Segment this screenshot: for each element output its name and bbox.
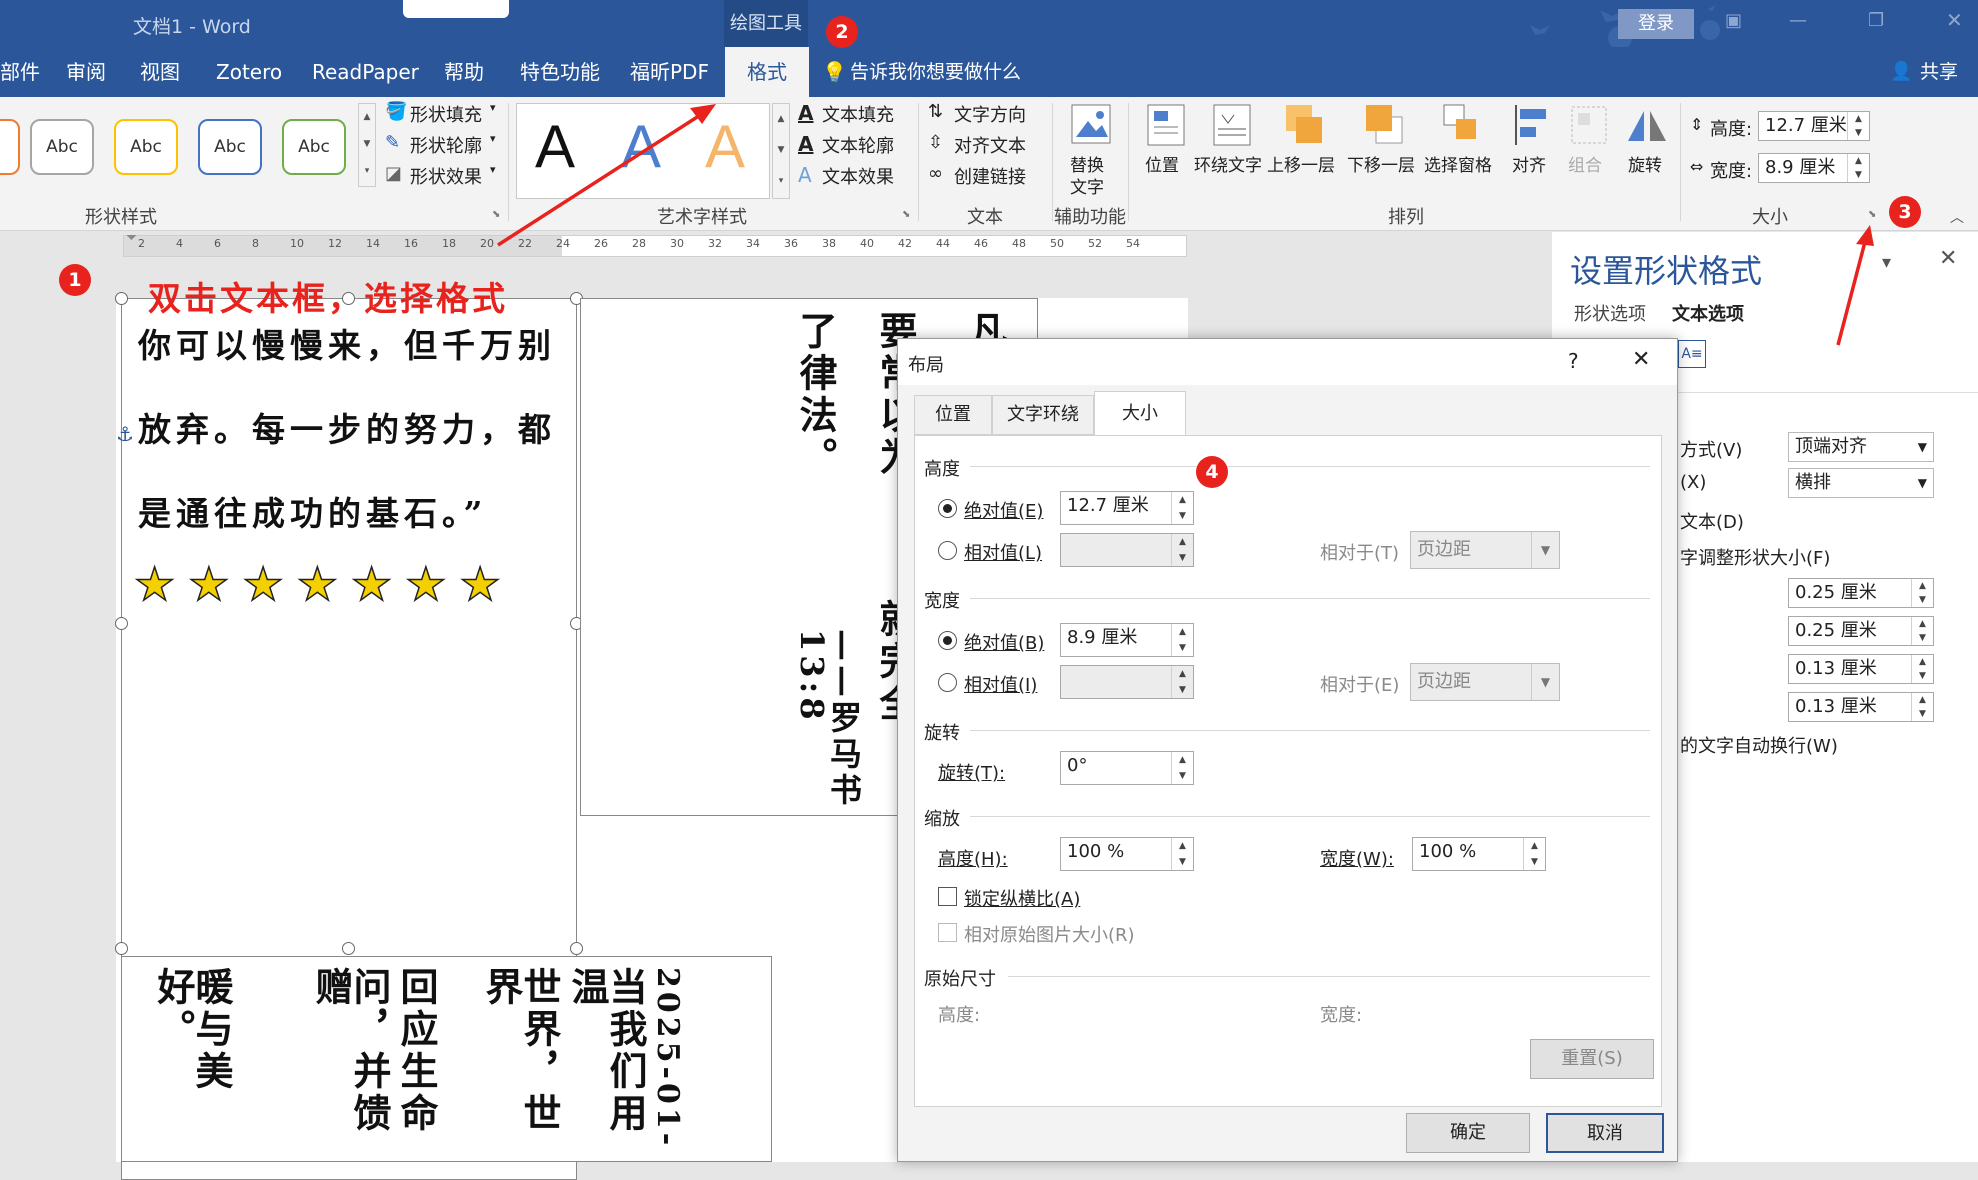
step-badge-4: 4 (1196, 456, 1228, 488)
step-badge-2: 2 (826, 16, 858, 48)
arrow-to-size-launcher (1836, 237, 1868, 346)
annotation-arrows (497, 104, 1874, 346)
step-badge-3: 3 (1889, 196, 1921, 228)
arrow-to-format-tab (497, 110, 706, 247)
step-badge-1: 1 (59, 264, 91, 296)
arrow-head (1856, 225, 1874, 246)
